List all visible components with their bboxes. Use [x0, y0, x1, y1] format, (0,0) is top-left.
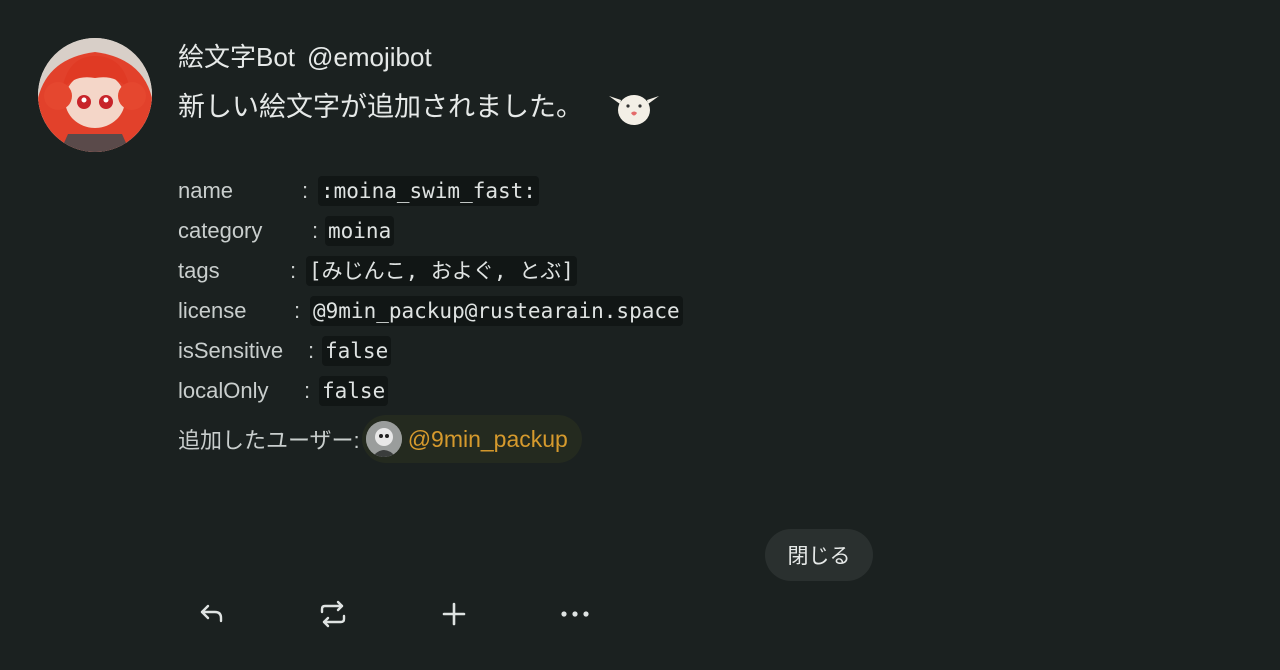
- author-display-name[interactable]: 絵文字Bot: [178, 42, 295, 72]
- field-key: isSensitive: [178, 338, 284, 363]
- field-colon: :: [304, 378, 311, 403]
- field-key: name: [178, 178, 234, 203]
- more-button[interactable]: [553, 592, 597, 636]
- more-icon: [561, 611, 589, 617]
- user-avatar-icon: [365, 421, 402, 457]
- author-username[interactable]: @emojibot: [307, 42, 432, 72]
- field-value: [みじんこ, およぐ, とぶ]: [306, 256, 577, 286]
- avatar-icon: [38, 38, 152, 152]
- field-colon: :: [312, 218, 319, 243]
- user-mention[interactable]: @9min_packup: [361, 415, 582, 463]
- note-header: 絵文字Bot @emojibot: [178, 40, 432, 74]
- field-colon: :: [308, 338, 315, 363]
- added-by-row: 追加したユーザー: @9min_packup: [178, 414, 582, 464]
- added-by-label: 追加したユーザー:: [178, 428, 360, 453]
- field-value: moina: [325, 216, 395, 246]
- field-key: tags: [178, 258, 220, 283]
- note-text: 新しい絵文字が追加されました。: [178, 86, 661, 128]
- reply-icon: [200, 604, 223, 623]
- field-key: localOnly: [178, 378, 269, 403]
- close-button[interactable]: 閉じる: [765, 529, 873, 581]
- author-avatar[interactable]: [38, 38, 152, 152]
- renote-icon: [320, 600, 346, 628]
- renote-button[interactable]: [311, 592, 355, 636]
- user-mention-text: @9min_packup: [407, 425, 568, 452]
- reaction-button[interactable]: [432, 592, 476, 636]
- reply-button[interactable]: [190, 592, 234, 636]
- plus-icon: [442, 602, 466, 626]
- field-key: license: [178, 298, 247, 323]
- field-value: false: [319, 376, 389, 406]
- field-key: category: [178, 218, 263, 243]
- field-value: false: [322, 336, 392, 366]
- field-value: :moina_swim_fast:: [318, 176, 539, 206]
- note-text-content: 新しい絵文字が追加されました。: [178, 92, 583, 122]
- field-colon: :: [302, 178, 309, 203]
- field-colon: :: [290, 258, 297, 283]
- field-value: @9min_packup@rustearain.space: [310, 296, 683, 326]
- note: 絵文字Bot @emojibot 新しい絵文字が追加されました。 name : :…: [0, 0, 1280, 670]
- moina-emoji-icon: [607, 86, 661, 128]
- field-colon: :: [294, 298, 301, 323]
